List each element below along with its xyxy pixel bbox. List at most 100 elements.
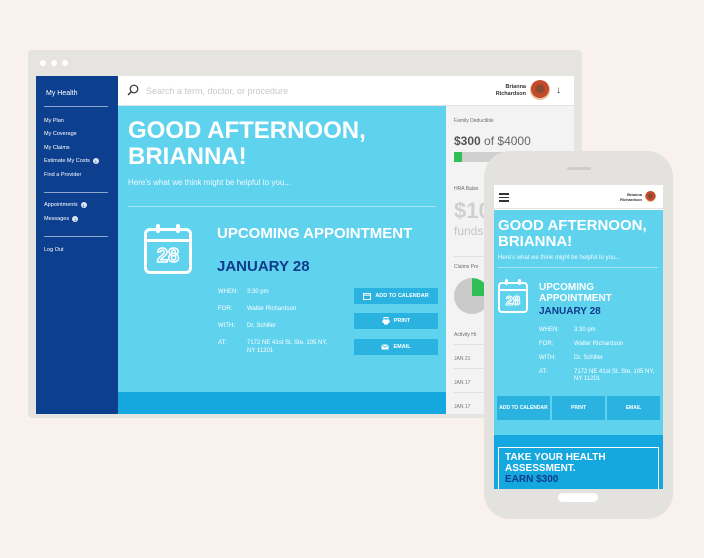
detail-value: 7172 NE 41st St. Ste. 105 NY, NY 11201 — [574, 369, 655, 382]
detail-label: AT: — [218, 340, 227, 346]
detail-label: WITH: — [539, 355, 556, 361]
appointment-date: JANUARY 28 — [217, 258, 310, 275]
detail-label: WHEN: — [539, 327, 559, 333]
detail-label: AT: — [539, 369, 548, 375]
deductible-total: of $4000 — [484, 134, 531, 148]
calendar-icon: 28 — [144, 224, 192, 274]
hero-bottom-band — [118, 392, 446, 414]
home-button[interactable] — [558, 493, 598, 502]
add-to-calendar-button[interactable]: ADD TO CALENDAR — [354, 288, 438, 304]
user-name[interactable]: Brianna Richardson — [482, 84, 526, 97]
greeting-subtitle: Here's what we think might be helpful to… — [128, 178, 291, 187]
calendar-pin — [156, 224, 160, 233]
divider — [498, 267, 658, 268]
avatar[interactable] — [645, 191, 656, 202]
top-bar: Brianna Richardson ↓ — [118, 76, 574, 106]
sidebar-item-label: My Plan — [44, 118, 64, 124]
detail-value: Walter Richardson — [247, 306, 297, 312]
window-dot[interactable] — [51, 60, 57, 66]
sidebar-item-appointments[interactable]: Appointments 1 — [44, 202, 87, 208]
deductible-amount: $300 of $4000 — [454, 134, 531, 148]
calendar-pin — [518, 279, 521, 285]
deductible-label: Family Deductible — [454, 118, 494, 124]
detail-label: FOR: — [218, 306, 233, 312]
claims-label: Claims Pro — [454, 264, 479, 270]
user-last-name: Richardson — [619, 197, 642, 202]
greeting-heading: GOOD AFTERNOON, BRIANNA! — [128, 117, 366, 170]
detail-label: WITH: — [218, 323, 235, 329]
sidebar-title[interactable]: My Health — [46, 90, 78, 97]
promo-title: TAKE YOUR HEALTH ASSESSMENT. — [505, 452, 606, 474]
sidebar-item-messages[interactable]: Messages 1 — [44, 216, 79, 222]
notification-badge: 1 — [92, 158, 99, 164]
window-dot[interactable] — [40, 60, 46, 66]
search-input[interactable] — [146, 84, 466, 98]
appointment-date: JANUARY 28 — [539, 306, 601, 317]
user-name[interactable]: Brianna Richardson — [602, 192, 642, 202]
notification-badge: 1 — [80, 202, 87, 208]
detail-value: Dr. Schiller — [247, 323, 277, 329]
appointment-title: UPCOMING APPOINTMENT — [539, 282, 612, 304]
add-to-calendar-button[interactable]: ADD TO CALENDAR — [497, 396, 550, 420]
sidebar-item-my-plan[interactable]: My Plan — [44, 118, 64, 124]
sidebar-item-find-provider[interactable]: Find a Provider — [44, 172, 81, 178]
email-button[interactable]: EMAIL — [607, 396, 660, 420]
sidebar-item-logout[interactable]: Log Out — [44, 247, 64, 253]
avatar[interactable] — [530, 80, 550, 100]
sidebar-item-estimate-costs[interactable]: Estimate My Costs 1 — [44, 158, 99, 164]
window-dot[interactable] — [62, 60, 68, 66]
hra-label: HRA Balan — [454, 186, 479, 192]
printer-icon — [382, 317, 390, 325]
hero-panel: GOOD AFTERNOON, BRIANNA! Here's what we … — [118, 106, 446, 414]
activity-label: Activity Hi — [454, 332, 476, 338]
hamburger-icon[interactable] — [499, 193, 509, 204]
phone-frame: Brianna Richardson GOOD AFTERNOON, BRIAN… — [484, 151, 673, 519]
sidebar-item-label: Find a Provider — [44, 172, 82, 178]
search-icon[interactable] — [127, 84, 139, 96]
deductible-spent: $300 — [454, 134, 481, 148]
print-button[interactable]: PRINT — [354, 313, 438, 329]
detail-label: WHEN: — [218, 289, 238, 295]
detail-value: 3:30 pm — [574, 327, 596, 333]
sidebar-item-label: Log Out — [44, 247, 64, 253]
button-label: EMAIL — [393, 344, 411, 350]
detail-value: 3:30 pm — [247, 289, 269, 295]
promo-earn: EARN $300 — [505, 474, 559, 485]
progress-fill — [454, 152, 463, 162]
sidebar-item-label: Estimate My Costs — [44, 158, 90, 164]
calendar-header-bar — [500, 289, 526, 291]
sidebar-item-label: Messages — [44, 216, 70, 222]
button-label: PRINT — [393, 318, 411, 324]
calendar-icon — [363, 293, 372, 300]
appointment-title: UPCOMING APPOINTMENT — [217, 225, 413, 242]
notification-badge: 1 — [72, 216, 79, 222]
sidebar-item-label: My Claims — [44, 145, 70, 151]
greeting-subtitle: Here's what we think might be helpful to… — [498, 255, 621, 261]
hra-subtitle: funds — [454, 224, 484, 238]
detail-value: 7172 NE 41st St. Ste. 105 NY, NY 11201 — [247, 340, 328, 354]
divider — [128, 206, 436, 207]
detail-label: FOR: — [539, 341, 554, 347]
button-label: ADD TO CALENDAR — [375, 293, 429, 299]
print-button[interactable]: PRINT — [552, 396, 605, 420]
phone-top-bar: Brianna Richardson — [494, 185, 663, 209]
window-controls — [40, 60, 68, 66]
detail-value: Dr. Schiller — [574, 355, 604, 361]
health-assessment-promo[interactable]: TAKE YOUR HEALTH ASSESSMENT. EARN $300 — [498, 447, 659, 489]
chevron-down-icon[interactable]: ↓ — [556, 85, 561, 96]
calendar-day: 28 — [156, 244, 180, 268]
calendar-pin — [505, 279, 508, 285]
activity-date[interactable]: JAN 21 — [454, 356, 470, 362]
email-icon — [381, 344, 390, 350]
email-button[interactable]: EMAIL — [354, 339, 438, 355]
activity-date[interactable]: JAN 17 — [454, 404, 470, 410]
phone-speaker — [567, 167, 591, 170]
activity-date[interactable]: JAN 17 — [454, 380, 470, 386]
greeting-heading: GOOD AFTERNOON, BRIANNA! — [498, 217, 647, 250]
sidebar-divider — [44, 106, 108, 107]
detail-value: Walter Richardson — [574, 341, 624, 347]
sidebar-item-my-coverage[interactable]: My Coverage — [44, 131, 77, 137]
sidebar-divider — [44, 236, 108, 237]
sidebar-item-my-claims[interactable]: My Claims — [44, 145, 70, 151]
phone-screen: Brianna Richardson GOOD AFTERNOON, BRIAN… — [494, 185, 663, 489]
